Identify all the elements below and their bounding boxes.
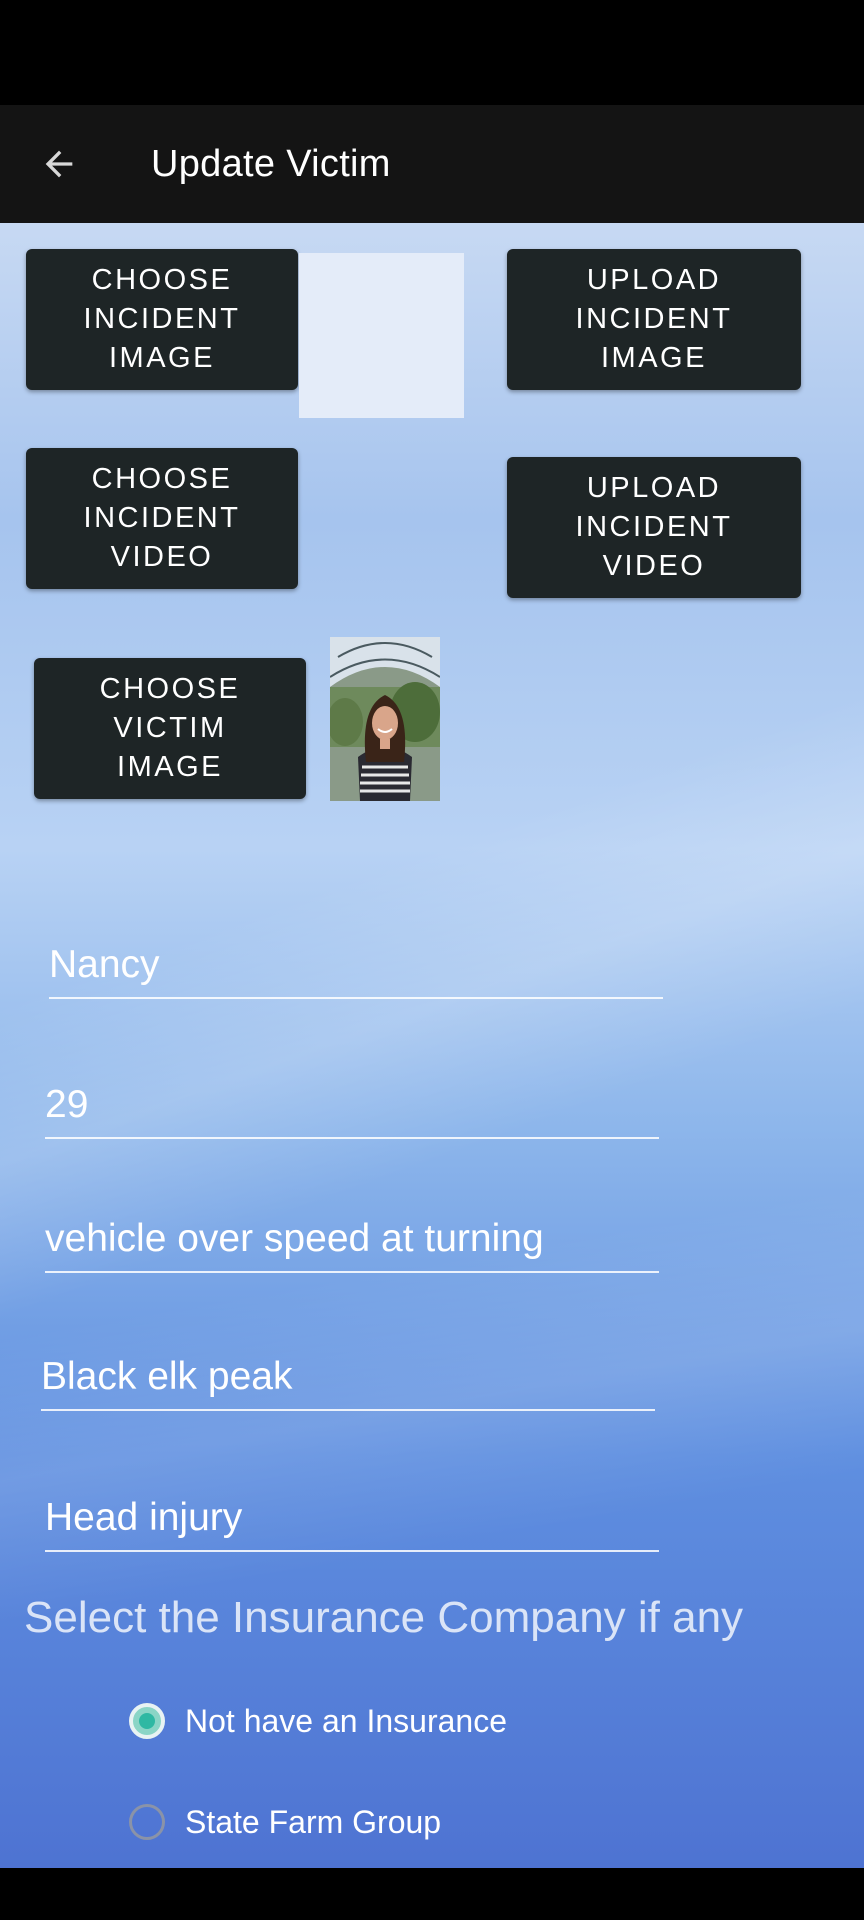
victim-photo xyxy=(330,637,440,801)
radio-option-state-farm[interactable]: State Farm Group xyxy=(129,1797,441,1847)
choose-incident-video-button[interactable]: CHOOSE INCIDENT VIDEO xyxy=(26,448,298,589)
upload-incident-image-button[interactable]: UPLOAD INCIDENT IMAGE xyxy=(507,249,801,390)
radio-label: State Farm Group xyxy=(185,1803,442,1840)
radio-label: Not have an Insurance xyxy=(185,1702,507,1739)
radio-unchecked-icon xyxy=(129,1804,165,1840)
location-value: Black elk peak xyxy=(41,1355,293,1398)
age-value: 29 xyxy=(45,1083,89,1126)
name-field[interactable]: Nancy xyxy=(49,923,663,999)
page-title: Update Victim xyxy=(151,143,391,185)
form-content: CHOOSE INCIDENT IMAGE UPLOAD INCIDENT IM… xyxy=(0,223,864,1868)
choose-victim-image-button[interactable]: CHOOSE VICTIM IMAGE xyxy=(34,658,306,799)
incident-description-value: vehicle over speed at turning xyxy=(45,1217,544,1260)
arrow-left-icon xyxy=(45,150,73,178)
choose-incident-image-button[interactable]: CHOOSE INCIDENT IMAGE xyxy=(26,249,298,390)
radio-checked-icon xyxy=(129,1703,165,1739)
incident-description-field[interactable]: vehicle over speed at turning xyxy=(45,1197,659,1273)
injury-field[interactable]: Head injury xyxy=(45,1476,659,1552)
upload-incident-video-button[interactable]: UPLOAD INCIDENT VIDEO xyxy=(507,457,801,598)
injury-value: Head injury xyxy=(45,1496,243,1539)
insurance-label: Select the Insurance Company if any xyxy=(24,1593,744,1642)
location-field[interactable]: Black elk peak xyxy=(41,1335,655,1411)
age-field[interactable]: 29 xyxy=(45,1063,659,1139)
radio-option-no-insurance[interactable]: Not have an Insurance xyxy=(129,1696,507,1746)
incident-image-preview xyxy=(299,253,464,418)
name-value: Nancy xyxy=(49,943,160,986)
navigation-bar xyxy=(0,1868,864,1920)
back-button[interactable] xyxy=(34,139,84,189)
status-bar xyxy=(0,0,864,105)
app-bar: Update Victim xyxy=(0,105,864,223)
